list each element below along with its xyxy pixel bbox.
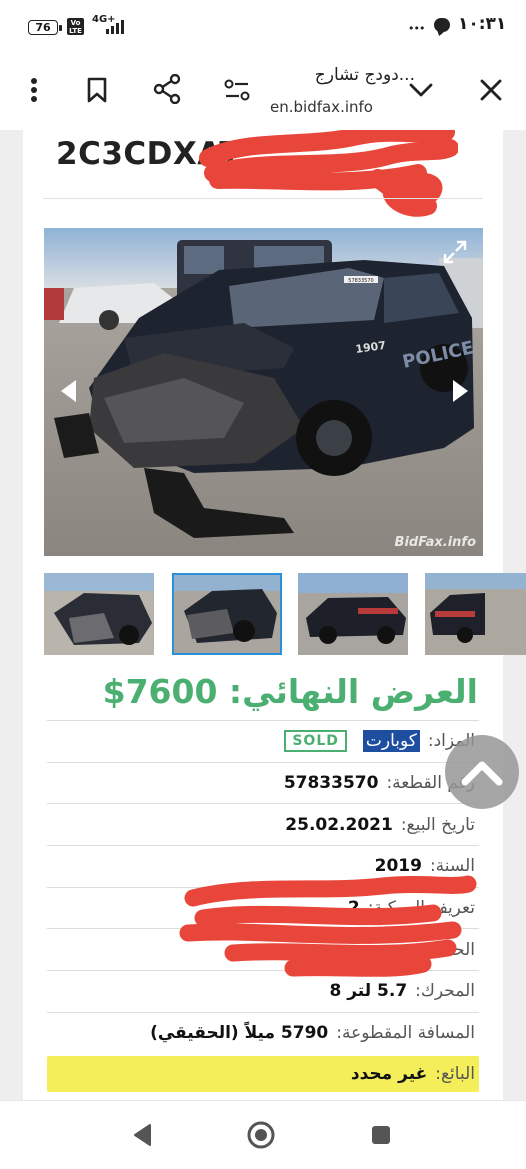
- message-notification-icon: [434, 18, 450, 32]
- chevron-down-icon[interactable]: [405, 76, 437, 104]
- bookmark-icon[interactable]: [82, 74, 112, 106]
- auction-link[interactable]: كوبارت: [362, 730, 420, 753]
- expand-photo-icon[interactable]: [443, 240, 467, 264]
- lot-sticker: 57833570: [348, 278, 373, 284]
- home-icon[interactable]: [246, 1120, 276, 1154]
- page-title: دودج تشارج...: [314, 65, 415, 85]
- thumbnail-4[interactable]: [425, 573, 526, 655]
- redaction-scribble: [199, 130, 458, 217]
- thumbnail-1[interactable]: [44, 573, 154, 655]
- detail-value: 5790 ميلاً (الحقيقي): [150, 1023, 329, 1044]
- detail-label: البائع:: [435, 1063, 475, 1084]
- detail-row-mileage: المسافة المقطوعة: 5790 ميلاً (الحقيقي): [47, 1011, 479, 1054]
- detail-value: غير محدد: [350, 1063, 428, 1084]
- detail-value: 57833570: [283, 773, 379, 794]
- detail-value: 25.02.2021: [285, 814, 393, 835]
- status-bar: 76 Vo LTE 4G+ ••• ١٠:٣١: [0, 0, 526, 50]
- share-icon[interactable]: [150, 72, 184, 106]
- thumbnail-2[interactable]: [172, 573, 282, 655]
- listing-card: 2C3CDXAT 57833570 1907 POLICE BidFax.inf…: [23, 130, 526, 1100]
- system-navigation-bar: [0, 1100, 526, 1169]
- sold-badge: SOLD: [284, 730, 347, 753]
- close-icon[interactable]: [475, 74, 507, 106]
- page-settings-icon[interactable]: [222, 76, 252, 104]
- redaction-scribble: [179, 875, 477, 977]
- back-icon[interactable]: [132, 1123, 152, 1151]
- detail-label: تاريخ البيع:: [400, 814, 475, 835]
- scroll-to-top-button[interactable]: [445, 735, 519, 809]
- final-price: العرض النهائي: 7600$: [68, 672, 478, 711]
- detail-row-auction: المزاد: كوبارت SOLD: [47, 720, 479, 762]
- next-photo-arrow-icon[interactable]: [453, 380, 468, 402]
- battery-indicator: 76: [28, 20, 62, 35]
- status-clock: ١٠:٣١: [458, 14, 507, 34]
- page-url: en.bidfax.info: [270, 98, 373, 116]
- photo-thumbnails: [44, 573, 526, 655]
- photo-watermark: BidFax.info: [395, 535, 477, 550]
- browser-toolbar: دودج تشارج... en.bidfax.info: [0, 50, 526, 130]
- signal-icon: [106, 20, 124, 34]
- volte-icon: Vo LTE: [67, 18, 84, 35]
- thumbnail-3[interactable]: [298, 573, 408, 655]
- detail-row-lot-number: رقم القطعة: 57833570: [47, 761, 479, 804]
- divider: [43, 198, 483, 199]
- detail-row-seller: البائع: غير محدد: [47, 1055, 479, 1092]
- previous-photo-arrow-icon[interactable]: [61, 380, 76, 402]
- detail-label: المسافة المقطوعة:: [336, 1023, 475, 1044]
- notification-dots: •••: [408, 22, 425, 35]
- page-content[interactable]: 2C3CDXAT 57833570 1907 POLICE BidFax.inf…: [0, 130, 526, 1100]
- price-label: العرض النهائي:: [228, 672, 478, 711]
- price-value: 7600$: [102, 672, 218, 711]
- main-vehicle-photo[interactable]: 57833570 1907 POLICE BidFax.info: [44, 228, 483, 556]
- detail-row-sale-date: تاريخ البيع: 25.02.2021: [47, 803, 479, 845]
- recents-icon[interactable]: [370, 1124, 392, 1150]
- more-vert-icon[interactable]: [20, 74, 48, 106]
